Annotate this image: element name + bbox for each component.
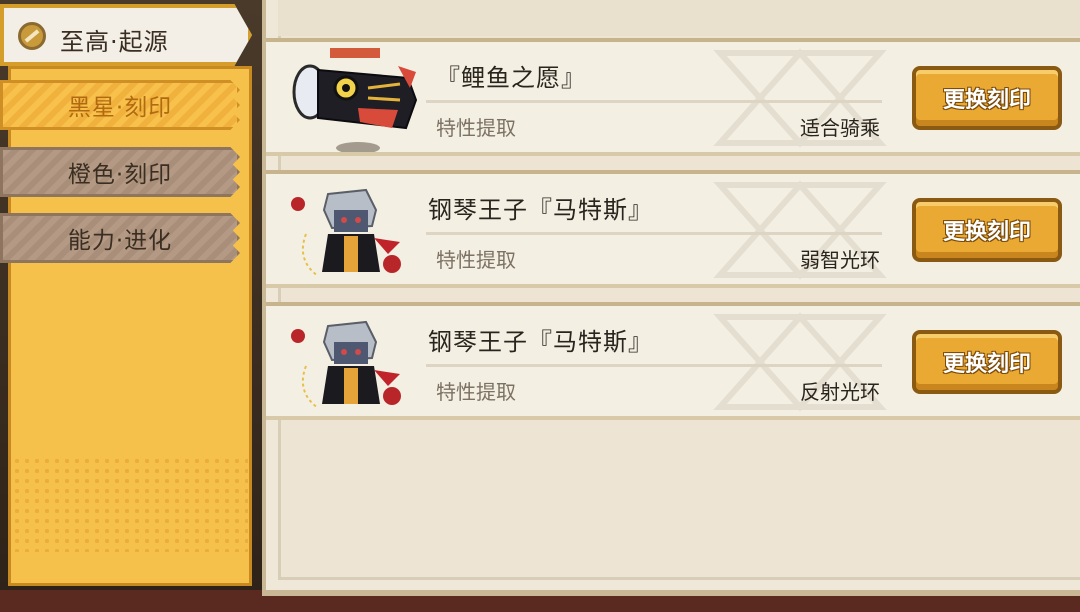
card-name: 钢琴王子『马特斯』: [428, 328, 653, 356]
tab-ability-evolution[interactable]: 能力·进化: [0, 213, 240, 263]
card-sub-label: 特性提取: [436, 380, 516, 404]
piano-prince-icon: [291, 188, 401, 277]
card-name: 钢琴王子『马特斯』: [428, 196, 653, 224]
tab-orange-imprint[interactable]: 橙色·刻印: [0, 147, 240, 197]
change-imprint-button[interactable]: 更换刻印: [912, 330, 1062, 394]
change-imprint-button[interactable]: 更换刻印: [912, 66, 1062, 130]
origin-badge-icon: [18, 22, 46, 50]
card-divider: [426, 100, 882, 103]
sidebar-header[interactable]: 至高·起源: [0, 4, 252, 66]
card-divider: [426, 364, 882, 367]
koi-windsock-icon: [292, 48, 418, 152]
sidebar-header-title: 至高·起源: [60, 28, 169, 56]
sidebar-dot-pattern: [12, 456, 248, 552]
card-divider: [426, 232, 882, 235]
piano-prince-icon: [291, 320, 401, 409]
imprint-card: 『鲤鱼之愿』 特性提取 适合骑乘 更换刻印: [266, 38, 1080, 156]
tab-black-star-imprint[interactable]: 黑星·刻印: [0, 80, 240, 130]
card-trait-value: 弱智光环: [800, 248, 880, 272]
main-panel-top-strip: [278, 0, 1080, 36]
imprint-card: 钢琴王子『马特斯』 特性提取 弱智光环 更换刻印: [266, 170, 1080, 288]
card-trait-value: 反射光环: [800, 380, 880, 404]
card-name: 『鲤鱼之愿』: [436, 64, 586, 92]
change-imprint-button[interactable]: 更换刻印: [912, 198, 1062, 262]
card-sub-label: 特性提取: [436, 116, 516, 140]
card-sub-label: 特性提取: [436, 248, 516, 272]
sidebar: 至高·起源 黑星·刻印 橙色·刻印 能力·进化: [0, 0, 254, 590]
imprint-card: 钢琴王子『马特斯』 特性提取 反射光环 更换刻印: [266, 302, 1080, 420]
card-trait-value: 适合骑乘: [800, 116, 880, 140]
